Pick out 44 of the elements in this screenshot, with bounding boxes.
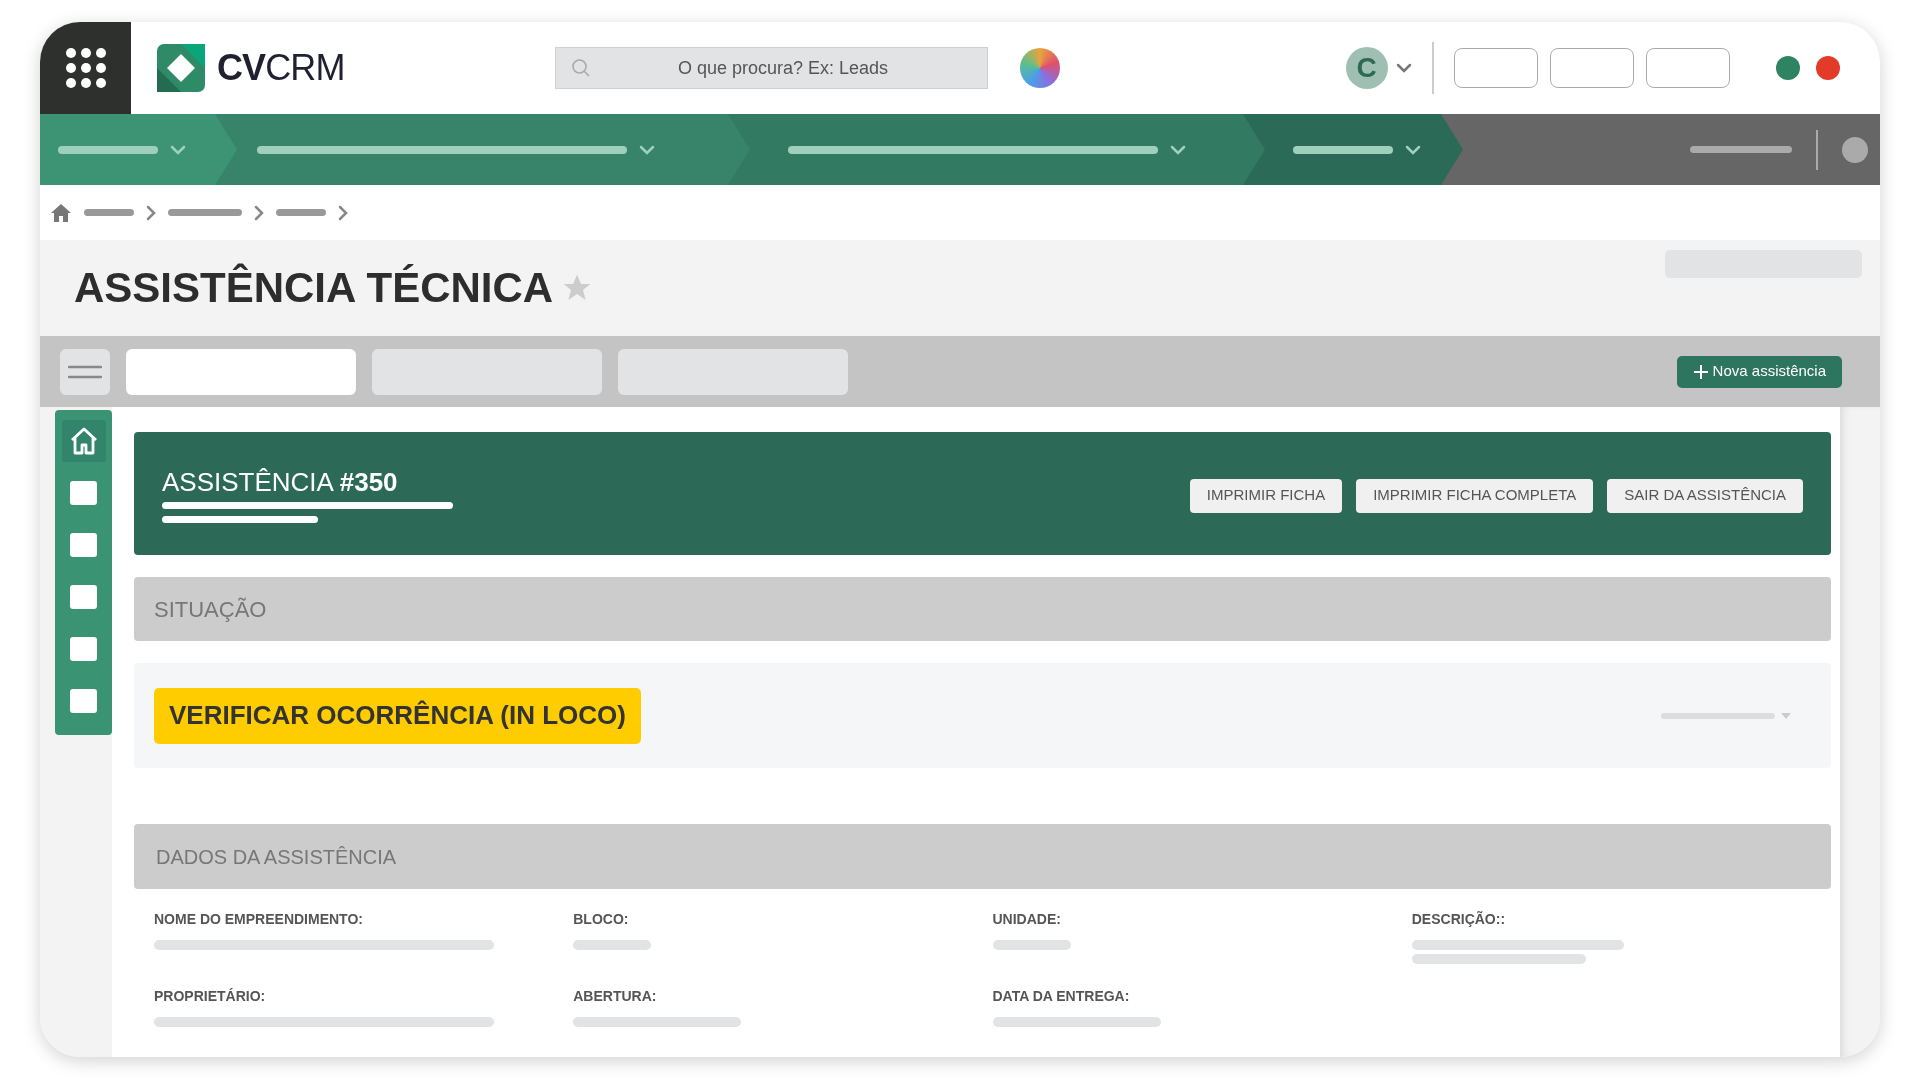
field-label: UNIDADE: bbox=[992, 910, 1062, 929]
record-title: ASSISTÊNCIA #350 bbox=[162, 468, 399, 495]
chevron-right-icon bbox=[254, 204, 264, 221]
chevron-right-icon bbox=[338, 204, 348, 221]
header-action-button[interactable] bbox=[1549, 48, 1634, 88]
new-assistance-button[interactable]: Nova assistência bbox=[1676, 355, 1842, 388]
square-icon bbox=[70, 481, 97, 505]
field-label: DESCRIÇÃO:: bbox=[1411, 910, 1507, 929]
menu-icon bbox=[68, 364, 102, 379]
field-label: ABERTURA: bbox=[573, 987, 658, 1006]
caret-down-icon bbox=[1781, 712, 1791, 719]
status-badge: VERIFICAR OCORRÊNCIA (IN LOCO) bbox=[154, 687, 641, 744]
field-label: BLOCO: bbox=[573, 910, 630, 929]
record-action-button[interactable]: IMPRIMIR FICHA COMPLETA bbox=[1356, 478, 1594, 513]
plus-icon bbox=[1692, 363, 1709, 380]
record-action-button[interactable]: IMPRIMIR FICHA bbox=[1189, 478, 1343, 513]
section-heading: DADOS DA ASSISTÊNCIA bbox=[156, 844, 397, 870]
chevron-down-icon bbox=[1405, 144, 1421, 155]
logo-text: CVCRM bbox=[217, 46, 345, 90]
chevron-down-icon bbox=[639, 144, 655, 155]
search-icon bbox=[570, 58, 591, 78]
square-icon bbox=[70, 637, 97, 661]
color-wheel-icon[interactable] bbox=[1019, 48, 1060, 88]
field-label: DATA DA ENTREGA: bbox=[992, 987, 1131, 1006]
field-label: PROPRIETÁRIO: bbox=[154, 987, 267, 1006]
grid-dots-icon bbox=[64, 47, 107, 89]
chevron-right-icon bbox=[146, 204, 156, 221]
menu-button[interactable] bbox=[60, 348, 110, 395]
square-icon bbox=[70, 585, 97, 609]
header-action-button[interactable] bbox=[1645, 48, 1730, 88]
field-label: NOME DO EMPREENDIMENTO: bbox=[154, 910, 364, 929]
section-heading: SITUAÇÃO bbox=[154, 595, 267, 624]
chevron-down-icon bbox=[1170, 144, 1186, 155]
chevron-down-icon bbox=[1395, 63, 1412, 73]
header-action-button[interactable] bbox=[1453, 48, 1538, 88]
square-icon bbox=[70, 689, 97, 713]
search-field[interactable]: O que procura? Ex: Leads bbox=[554, 47, 988, 89]
home-icon[interactable] bbox=[50, 202, 72, 223]
square-icon bbox=[70, 533, 97, 557]
record-action-button[interactable]: SAIR DA ASSISTÊNCIA bbox=[1607, 478, 1803, 513]
side-nav-item[interactable] bbox=[61, 420, 106, 462]
logo-icon bbox=[157, 44, 205, 92]
chevron-down-icon bbox=[170, 144, 186, 155]
apps-menu-button[interactable] bbox=[40, 22, 131, 114]
